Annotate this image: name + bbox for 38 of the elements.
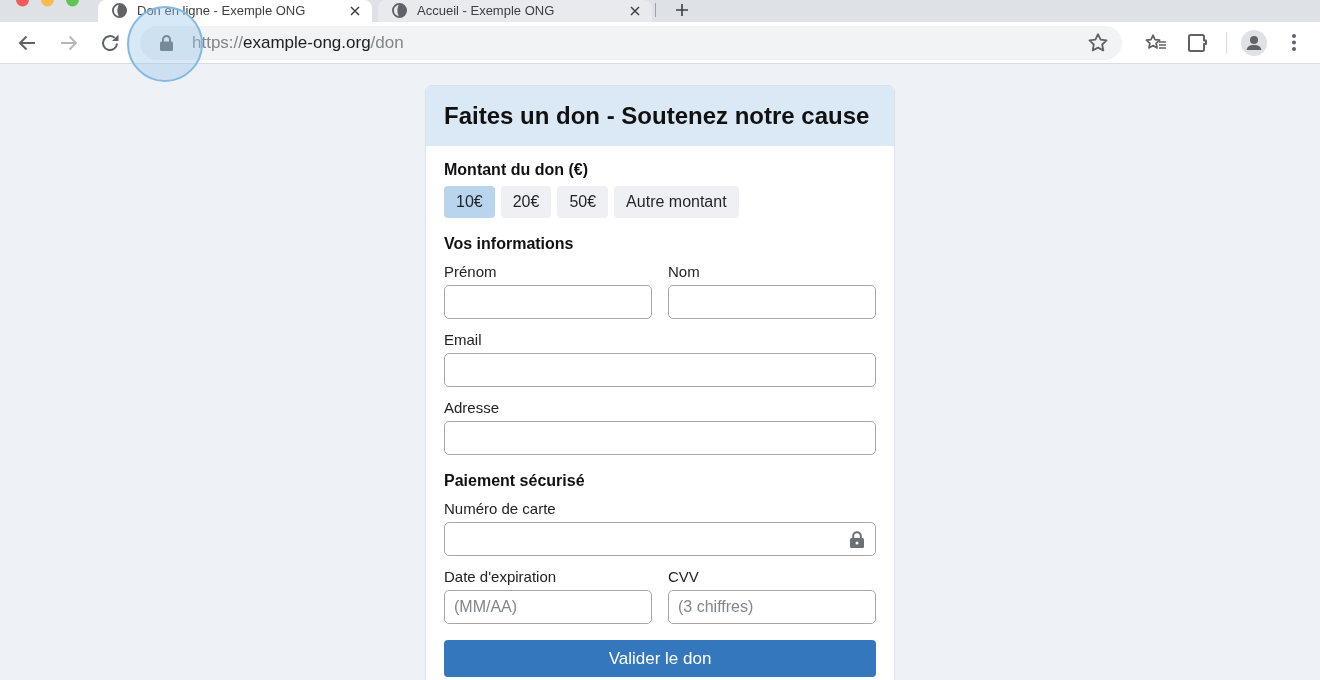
close-icon[interactable]	[350, 6, 360, 16]
submit-button[interactable]: Valider le don	[444, 640, 876, 677]
section-heading: Montant du don (€)	[444, 160, 589, 180]
field-label: Prénom	[444, 262, 498, 282]
half-circle-icon	[112, 3, 127, 18]
amount-button[interactable]: Autre montant	[614, 186, 739, 218]
menu-icon[interactable]	[1292, 34, 1296, 51]
bookmark-star-icon[interactable]	[1088, 33, 1108, 52]
section-heading: Vos informations	[444, 234, 575, 254]
back-arrow-icon[interactable]	[18, 34, 36, 51]
input-field[interactable]	[668, 285, 876, 319]
amount-button[interactable]: 20€	[500, 186, 552, 218]
browser-tab[interactable]: Accueil - Exemple ONG	[378, 0, 652, 22]
field-label: CVV	[668, 567, 700, 587]
lock-icon[interactable]	[160, 34, 173, 51]
field-label: Numéro de carte	[444, 499, 557, 519]
half-circle-icon	[392, 3, 407, 18]
avatar-icon[interactable]	[1241, 29, 1267, 56]
close-icon[interactable]	[630, 6, 640, 16]
input-field[interactable]	[444, 353, 876, 387]
amount-button[interactable]: 10€	[444, 186, 495, 218]
field-label: Nom	[668, 262, 701, 282]
reload-icon[interactable]	[101, 33, 119, 52]
input-field[interactable]	[444, 522, 876, 556]
puzzle-icon[interactable]	[1187, 32, 1207, 53]
input-field[interactable]	[444, 285, 652, 319]
field-label: Date d'expiration	[444, 567, 558, 587]
field-label: Adresse	[444, 398, 501, 418]
plus-icon[interactable]	[676, 4, 688, 16]
field-label: Email	[444, 330, 483, 350]
input-field[interactable]	[444, 421, 876, 455]
input-field[interactable]: (3 chiffres)	[668, 590, 876, 624]
amount-button[interactable]: 50€	[557, 186, 609, 218]
window-close-icon[interactable]	[16, 0, 29, 7]
section-heading: Paiement sécurisé	[444, 471, 586, 491]
reading-list-icon[interactable]	[1145, 33, 1166, 52]
input-field[interactable]: (MM/AA)	[444, 590, 652, 624]
form-title: Faites un don - Soutenez notre cause	[444, 101, 870, 131]
